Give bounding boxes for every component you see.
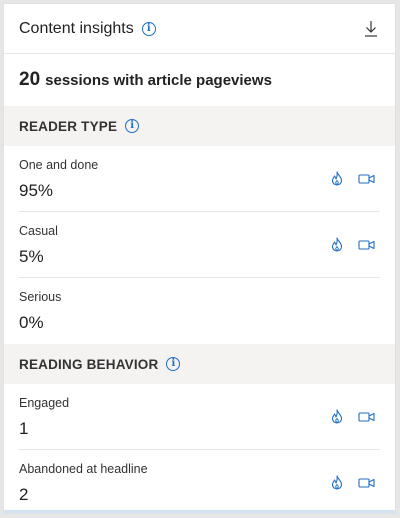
metric-row: Engaged 1 bbox=[19, 384, 380, 450]
sessions-summary: 20 sessions with article pageviews bbox=[4, 54, 395, 106]
metric-value: 2 bbox=[19, 485, 29, 504]
metric-label: Casual bbox=[19, 224, 58, 238]
download-icon[interactable] bbox=[362, 19, 380, 39]
section-header: READING BEHAVIOR i bbox=[4, 344, 395, 384]
row-actions bbox=[331, 237, 375, 252]
metric-value: 0% bbox=[19, 313, 44, 332]
video-camera-icon[interactable] bbox=[358, 173, 375, 185]
metric-row: One and done 95% bbox=[19, 146, 380, 212]
info-icon[interactable]: i bbox=[141, 21, 156, 36]
row-actions bbox=[331, 171, 375, 186]
video-camera-icon[interactable] bbox=[358, 239, 375, 251]
metric-label: Serious bbox=[19, 290, 62, 304]
flame-icon[interactable] bbox=[331, 475, 343, 490]
section-title: READING BEHAVIOR bbox=[19, 356, 159, 372]
content-insights-panel: Content insights i 20 sessions with arti… bbox=[3, 3, 396, 514]
video-camera-icon[interactable] bbox=[358, 411, 375, 423]
metric-value: 1 bbox=[19, 419, 29, 438]
metric-value: 95% bbox=[19, 181, 54, 200]
row-actions bbox=[331, 409, 375, 424]
sessions-count: 20 bbox=[19, 69, 41, 90]
metric-label: Abandoned at headline bbox=[19, 462, 148, 476]
row-actions bbox=[331, 475, 375, 490]
metric-row: Serious 0% bbox=[19, 278, 380, 344]
section-title: READER TYPE bbox=[19, 118, 118, 134]
flame-icon[interactable] bbox=[331, 409, 343, 424]
flame-icon[interactable] bbox=[331, 237, 343, 252]
flame-icon[interactable] bbox=[331, 171, 343, 186]
panel-header: Content insights i bbox=[4, 4, 395, 54]
panel-title: Content insights bbox=[19, 19, 134, 37]
metric-row: Abandoned at headline 2 bbox=[19, 450, 380, 513]
insights-sections: READER TYPE i One and done 95% Casual 5% Serio… bbox=[4, 106, 395, 513]
metric-label: One and done bbox=[19, 158, 99, 172]
section-header: READER TYPE i bbox=[4, 106, 395, 146]
info-icon[interactable]: i bbox=[166, 357, 181, 371]
metric-row: Casual 5% bbox=[19, 212, 380, 278]
bottom-scroll-indicator bbox=[4, 510, 395, 513]
metric-value: 5% bbox=[19, 247, 44, 266]
video-camera-icon[interactable] bbox=[358, 477, 375, 489]
metric-label: Engaged bbox=[19, 396, 70, 410]
info-icon[interactable]: i bbox=[125, 119, 140, 133]
sessions-summary-text: sessions with article pageviews bbox=[45, 71, 272, 89]
